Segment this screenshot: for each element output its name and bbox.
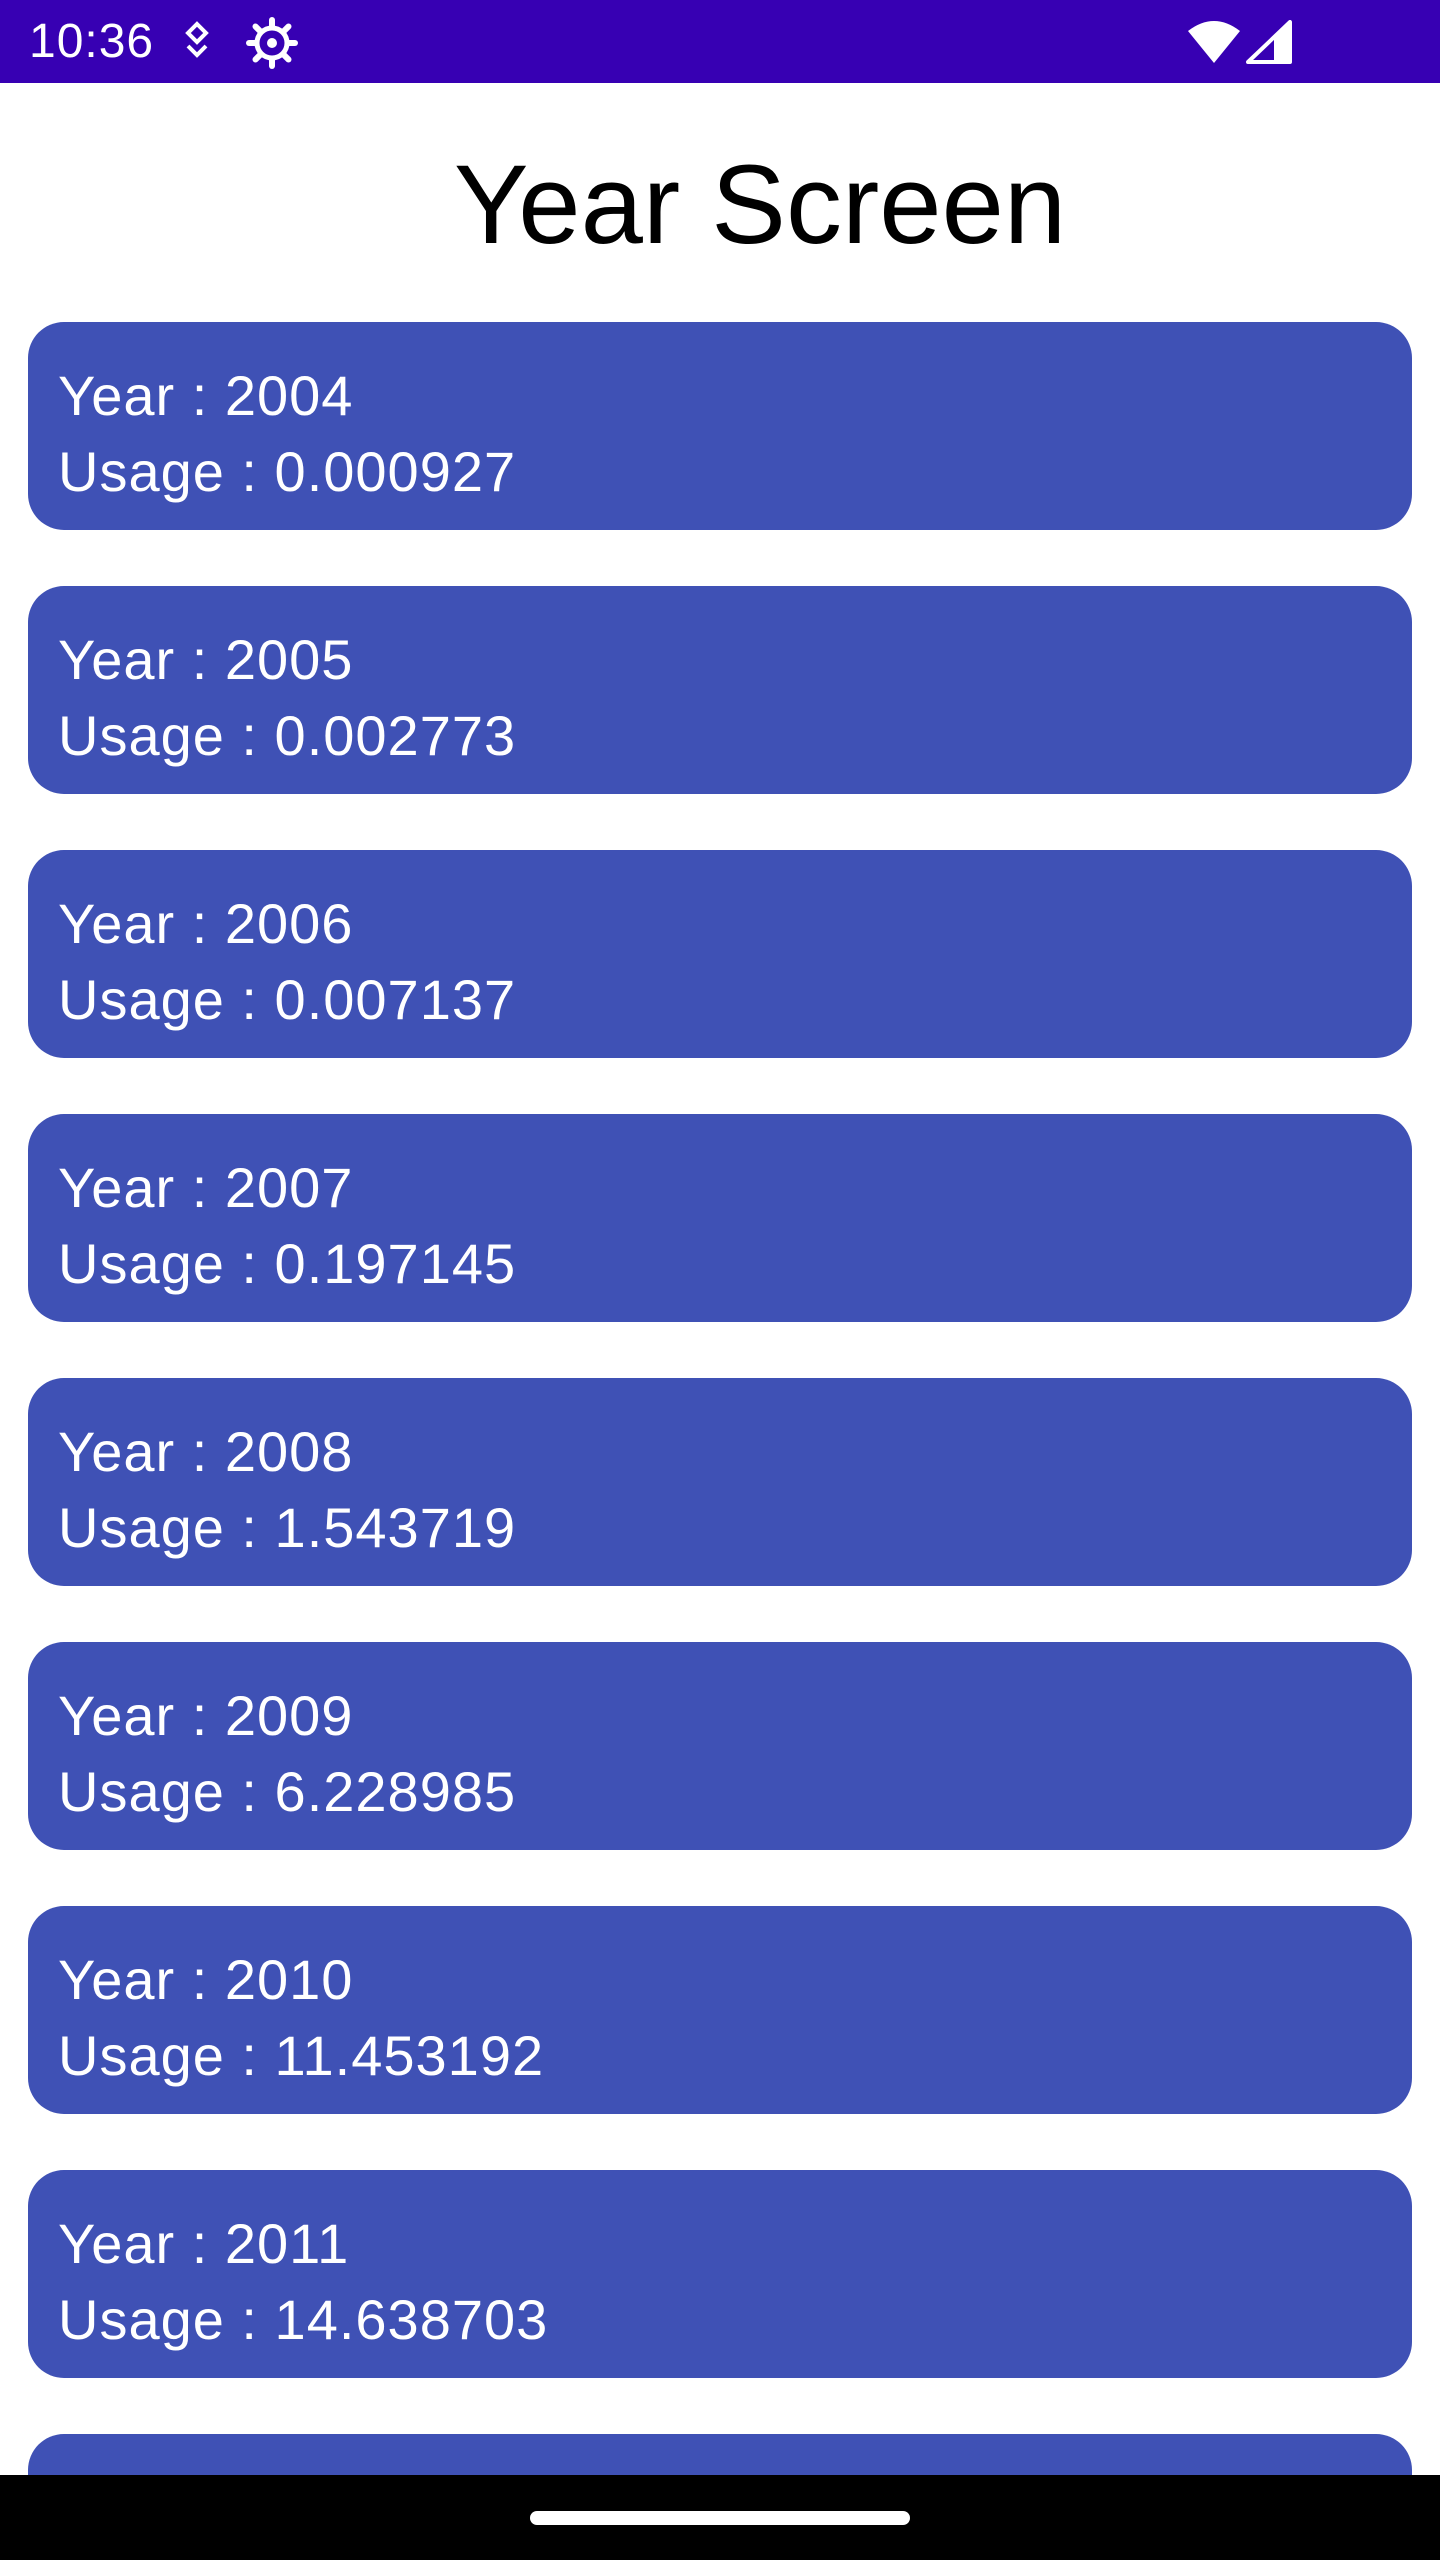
year-label: Year : 2009 — [58, 1684, 354, 1747]
usage-label: Usage : 0.002773 — [58, 704, 517, 767]
settings-gear-icon — [246, 17, 298, 69]
year-label: Year : 2007 — [58, 1156, 354, 1219]
usage-label: Usage : 11.453192 — [58, 2024, 545, 2087]
year-label: Year : 2011 — [58, 2212, 350, 2275]
home-handle[interactable] — [530, 2511, 910, 2525]
usage-label: Usage : 1.543719 — [58, 1496, 517, 1559]
year-card[interactable]: Year : 2005 Usage : 0.002773 — [28, 586, 1412, 794]
usage-label: Usage : 0.197145 — [58, 1232, 517, 1295]
year-card[interactable]: Year : 2010 Usage : 11.453192 — [28, 1906, 1412, 2114]
usage-label: Usage : 6.228985 — [58, 1760, 517, 1823]
notification-icon — [185, 21, 209, 58]
status-bar: 10:36 — [0, 0, 1440, 83]
navigation-bar — [0, 2475, 1440, 2560]
page-title: Year Screen — [453, 142, 1067, 267]
wifi-icon — [1188, 21, 1240, 63]
year-card[interactable]: Year : 2004 Usage : 0.000927 — [28, 322, 1412, 530]
usage-label: Usage : 14.638703 — [58, 2288, 549, 2351]
year-card[interactable]: Year : 2011 Usage : 14.638703 — [28, 2170, 1412, 2378]
year-label: Year : 2010 — [58, 1948, 354, 2011]
year-card[interactable]: Year : 2008 Usage : 1.543719 — [28, 1378, 1412, 1586]
year-card-partial[interactable] — [28, 2434, 1412, 2475]
year-card[interactable]: Year : 2006 Usage : 0.007137 — [28, 850, 1412, 1058]
year-list[interactable]: Year : 2004 Usage : 0.000927 Year : 2005… — [28, 322, 1412, 2475]
cell-signal-icon — [1246, 20, 1292, 64]
year-label: Year : 2005 — [58, 628, 354, 691]
usage-label: Usage : 0.007137 — [58, 968, 517, 1031]
year-card[interactable]: Year : 2009 Usage : 6.228985 — [28, 1642, 1412, 1850]
usage-label: Usage : 0.000927 — [58, 440, 517, 503]
year-label: Year : 2008 — [58, 1420, 354, 1483]
year-label: Year : 2006 — [58, 892, 354, 955]
year-label: Year : 2004 — [58, 364, 354, 427]
status-time: 10:36 — [29, 15, 155, 68]
year-card[interactable]: Year : 2007 Usage : 0.197145 — [28, 1114, 1412, 1322]
